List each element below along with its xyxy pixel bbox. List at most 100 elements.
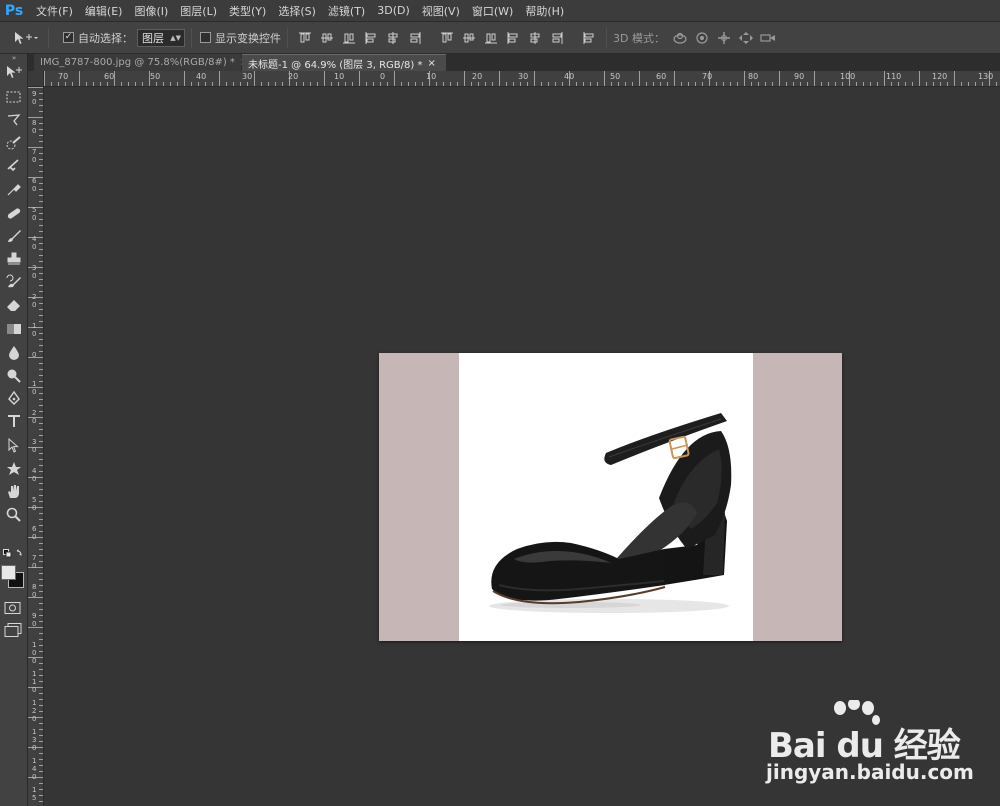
foreground-color-swatch[interactable] (1, 565, 16, 580)
ruler-label: 2 0 (32, 409, 37, 425)
distribute-left-icon[interactable] (504, 29, 522, 47)
path-selection-icon (8, 437, 19, 453)
ruler-label: 9 0 (32, 612, 37, 628)
canvas-workspace[interactable] (45, 87, 1000, 806)
history-brush-tool[interactable] (0, 271, 28, 293)
auto-select-target-dropdown[interactable]: 图层 ▲▼ (137, 28, 185, 47)
blur-tool[interactable] (0, 341, 28, 363)
pen-tool[interactable] (0, 387, 28, 409)
hand-tool[interactable] (0, 480, 28, 502)
ruler-label: 3 0 (32, 438, 37, 454)
distribute-bottom-icon[interactable] (482, 29, 500, 47)
marquee-tool[interactable] (0, 86, 28, 108)
quick-mask-icon[interactable] (4, 599, 24, 614)
clone-stamp-icon (7, 252, 21, 265)
align-horizontal-center-icon[interactable] (384, 29, 402, 47)
path-selection-tool[interactable] (0, 434, 28, 456)
3d-scale-icon[interactable] (759, 29, 777, 47)
quick-selection-tool[interactable] (0, 132, 28, 154)
brush-tool[interactable] (0, 225, 28, 247)
move-tool[interactable] (0, 62, 28, 84)
menu-item[interactable]: 图层(L) (180, 3, 217, 19)
ruler-label: 10 (426, 72, 437, 81)
align-left-icon[interactable] (362, 29, 380, 47)
3d-pan-icon[interactable] (715, 29, 733, 47)
zoom-tool[interactable] (0, 503, 28, 525)
3d-roll-icon[interactable] (693, 29, 711, 47)
menu-item[interactable]: 选择(S) (278, 3, 316, 19)
watermark-url: jingyan.baidu.com (766, 760, 974, 784)
lasso-icon (7, 114, 21, 126)
eyedropper-tool[interactable] (0, 178, 28, 200)
separator (48, 27, 49, 48)
shape-tool[interactable] (0, 457, 28, 479)
baidu-jingyan-watermark: Bai du 经验 jingyan.baidu.com (766, 700, 991, 790)
ruler-label: 2 0 (32, 293, 37, 309)
menu-item[interactable]: 3D(D) (377, 4, 410, 17)
align-vertical-center-icon[interactable] (318, 29, 336, 47)
quick-selection-icon (6, 136, 21, 150)
crop-icon (7, 159, 19, 172)
horizontal-ruler[interactable]: 70 60 50 40 30 20 10 0 10 20 30 40 50 60 70 80 90 100 110 1… (44, 71, 1000, 87)
ruler-label: 7 0 (32, 148, 37, 164)
menu-item[interactable]: 滤镜(T) (328, 3, 365, 19)
gradient-tool[interactable] (0, 318, 28, 340)
dodge-tool[interactable] (0, 364, 28, 386)
clone-stamp-tool[interactable] (0, 248, 28, 270)
document-canvas[interactable] (379, 353, 842, 641)
ruler-origin[interactable] (28, 71, 44, 87)
menu-item[interactable]: 视图(V) (422, 3, 460, 19)
vertical-ruler[interactable]: 9 0 8 0 7 0 6 0 5 0 4 0 3 0 2 0 1 0 0 1 0 2 0 3 0 4 0… (28, 87, 44, 806)
align-bottom-icon[interactable] (340, 29, 358, 47)
move-tool-preset-icon[interactable] (10, 29, 40, 47)
screen-mode-icon[interactable] (4, 622, 24, 638)
show-transform-checkbox[interactable] (200, 32, 211, 43)
auto-align-icon[interactable] (580, 29, 598, 47)
spot-healing-tool[interactable] (0, 202, 28, 224)
blur-icon (9, 346, 19, 360)
menu-item[interactable]: 窗口(W) (472, 3, 513, 19)
default-colors-icon[interactable] (3, 546, 23, 560)
ruler-label: 7 0 (32, 554, 37, 570)
menu-item[interactable]: 编辑(E) (85, 3, 123, 19)
separator (287, 27, 288, 48)
align-top-icon[interactable] (296, 29, 314, 47)
lasso-tool[interactable] (0, 109, 28, 131)
auto-select-checkbox[interactable]: ✓ (63, 32, 74, 43)
distribute-vertical-center-icon[interactable] (460, 29, 478, 47)
align-right-icon[interactable] (406, 29, 424, 47)
menu-item[interactable]: 文件(F) (36, 3, 73, 19)
history-brush-icon (6, 274, 21, 288)
app-logo: Ps (4, 2, 24, 19)
ruler-label: 70 (58, 72, 69, 81)
shoe-photo-layer[interactable] (459, 353, 753, 641)
menu-items: 文件(F) 编辑(E) 图像(I) 图层(L) 类型(Y) 选择(S) 滤镜(T) 3D(D)… (26, 3, 566, 19)
tools-panel: » (0, 54, 28, 806)
tab-label: 未标题-1 @ 64.9% (图层 3, RGB/8) * (248, 59, 423, 71)
panel-collapse-icon[interactable]: » (0, 54, 28, 62)
separator (606, 27, 607, 48)
eraser-icon (7, 300, 20, 311)
black-heel-shoe-image (489, 413, 732, 613)
distribute-horizontal-center-icon[interactable] (526, 29, 544, 47)
close-icon[interactable]: × (427, 58, 435, 69)
document-tab-untitled-1[interactable]: 未标题-1 @ 64.9% (图层 3, RGB/8) * × (242, 54, 446, 71)
3d-slide-icon[interactable] (737, 29, 755, 47)
menu-item[interactable]: 帮助(H) (525, 3, 564, 19)
eraser-tool[interactable] (0, 294, 28, 316)
eyedropper-icon (7, 184, 21, 196)
ruler-label: 6 0 (32, 525, 37, 541)
brush-icon (8, 230, 21, 242)
distribute-right-icon[interactable] (548, 29, 566, 47)
menu-item[interactable]: 类型(Y) (229, 3, 266, 19)
crop-tool[interactable] (0, 155, 28, 177)
3d-rotate-icon[interactable] (671, 29, 689, 47)
type-tool[interactable] (0, 410, 28, 432)
ruler-label: 5 0 (32, 206, 37, 222)
ruler-label: 1 5 (32, 786, 37, 802)
distribute-top-icon[interactable] (438, 29, 456, 47)
document-tab-img8787[interactable]: IMG_8787-800.jpg @ 75.8%(RGB/8#) * × (34, 54, 248, 71)
menu-item[interactable]: 图像(I) (134, 3, 168, 19)
ruler-label: 1 2 0 (32, 699, 37, 723)
type-icon (8, 415, 20, 427)
